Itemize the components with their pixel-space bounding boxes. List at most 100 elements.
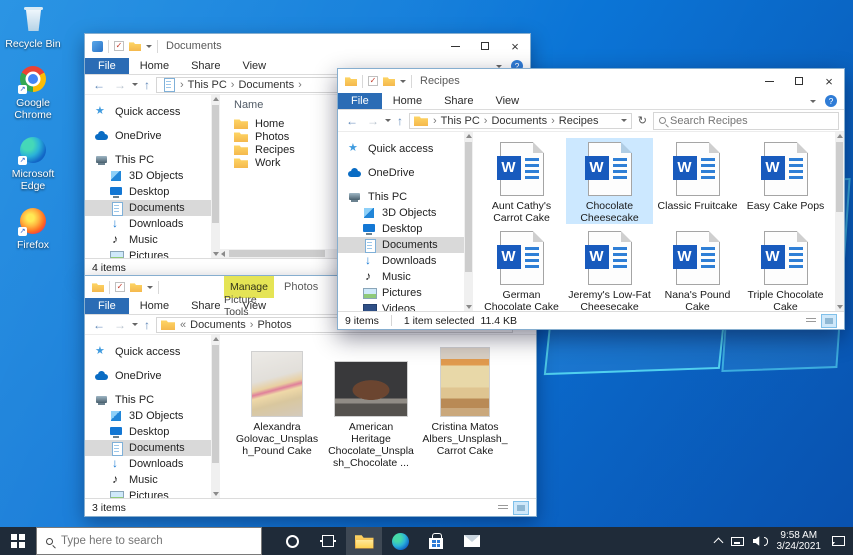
sidebar-item[interactable]: Desktop [338, 221, 464, 237]
sidebar-item[interactable]: This PC [85, 392, 211, 408]
new-folder-icon[interactable] [383, 76, 395, 86]
sidebar-item[interactable]: Documents [85, 200, 211, 216]
scroll-up-icon[interactable] [464, 132, 473, 141]
desktop-icon[interactable]: ↗ Google Chrome [2, 64, 64, 121]
mail-taskbar-button[interactable] [454, 527, 490, 555]
store-taskbar-button[interactable] [418, 527, 454, 555]
scroll-down-icon[interactable] [211, 249, 220, 258]
properties-icon[interactable]: ✓ [114, 41, 124, 51]
file-explorer-taskbar-button[interactable] [346, 527, 382, 555]
sidebar-item[interactable]: Downloads [85, 456, 211, 472]
cortana-button[interactable] [274, 527, 310, 555]
close-button[interactable]: × [814, 69, 844, 93]
sidebar-item[interactable]: Videos [338, 301, 464, 311]
sidebar-item[interactable]: Music [85, 472, 211, 488]
scroll-up-icon[interactable] [835, 132, 844, 141]
large-icons-view-button[interactable] [821, 314, 837, 328]
word-document-tile[interactable]: W Jeremy's Low-Fat Cheesecake [566, 227, 653, 311]
sidebar-item[interactable]: This PC [85, 152, 211, 168]
action-center-icon[interactable] [832, 536, 845, 546]
sidebar-item[interactable]: Quick access [338, 141, 464, 157]
clock[interactable]: 9:58 AM 3/24/2021 [777, 530, 822, 552]
taskbar-search-box[interactable] [36, 527, 262, 555]
tab-file[interactable]: File [338, 93, 382, 109]
back-button[interactable]: ← [90, 79, 108, 91]
forward-button[interactable]: → [111, 79, 129, 91]
breadcrumb-recipes[interactable]: Recipes [559, 115, 599, 127]
sidebar-item[interactable]: Downloads [338, 253, 464, 269]
close-button[interactable]: × [500, 34, 530, 58]
refresh-icon[interactable]: ↻ [635, 114, 650, 127]
address-bar[interactable]: › This PC › Documents › Recipes [409, 113, 632, 129]
large-icons-view-button[interactable] [513, 501, 529, 515]
details-view-button[interactable] [495, 501, 511, 515]
search-box[interactable] [653, 112, 839, 130]
breadcrumb-documents[interactable]: Documents [238, 79, 294, 91]
content-scrollbar[interactable] [835, 132, 844, 311]
tab-picture-tools[interactable]: Picture Tools [224, 298, 274, 314]
up-button[interactable]: ↑ [141, 79, 153, 91]
tab-home[interactable]: Home [382, 93, 433, 109]
sidebar-item[interactable]: This PC [338, 189, 464, 205]
breadcrumb-photos[interactable]: Photos [257, 319, 291, 331]
taskbar-search-input[interactable] [61, 535, 252, 547]
details-view-button[interactable] [803, 314, 819, 328]
desktop-icon[interactable]: ↗ Microsoft Edge [2, 135, 64, 192]
tab-file[interactable]: File [85, 298, 129, 314]
sidebar-scrollbar[interactable] [211, 335, 220, 498]
breadcrumb-this-pc[interactable]: This PC [188, 79, 227, 91]
new-folder-icon[interactable] [129, 41, 141, 51]
quick-access-toolbar-caret-icon[interactable] [146, 45, 152, 51]
sidebar-item[interactable]: Pictures [338, 285, 464, 301]
photo-tile[interactable]: American Heritage Chocolate_Unsplash_Cho… [328, 343, 414, 469]
photo-tile[interactable]: Cristina Matos Albers_Unsplash_Carrot Ca… [422, 343, 508, 457]
sidebar-item[interactable]: Quick access [85, 104, 211, 120]
minimize-button[interactable] [754, 69, 784, 93]
sidebar-item[interactable]: OneDrive [85, 368, 211, 384]
scroll-up-icon[interactable] [211, 95, 220, 104]
maximize-button[interactable] [784, 69, 814, 93]
word-document-tile[interactable]: W Triple Chocolate Cake [742, 227, 829, 311]
back-button[interactable]: ← [90, 319, 108, 331]
tab-view[interactable]: View [231, 58, 277, 74]
word-document-tile[interactable]: W Chocolate Cheesecake [566, 138, 653, 224]
word-document-tile[interactable]: W Classic Fruitcake [654, 138, 741, 224]
help-icon[interactable]: ? [825, 95, 837, 107]
path-overflow-chevrons[interactable]: « [179, 319, 187, 331]
sidebar-item[interactable]: OneDrive [85, 128, 211, 144]
sidebar-item[interactable]: Documents [85, 440, 211, 456]
tab-view[interactable]: View [484, 93, 530, 109]
speaker-icon[interactable] [753, 536, 762, 546]
new-folder-icon[interactable] [130, 282, 142, 292]
sidebar-item[interactable]: Music [338, 269, 464, 285]
tab-home[interactable]: Home [129, 58, 180, 74]
sidebar-item[interactable]: Pictures [85, 488, 211, 498]
sidebar-item[interactable]: Pictures [85, 248, 211, 258]
desktop-icon[interactable]: ↗ Firefox [2, 206, 64, 251]
address-dropdown-icon[interactable] [621, 119, 627, 125]
quick-access-toolbar-caret-icon[interactable] [400, 80, 406, 86]
breadcrumb-this-pc[interactable]: This PC [441, 115, 480, 127]
up-button[interactable]: ↑ [141, 319, 153, 331]
properties-icon[interactable]: ✓ [368, 76, 378, 86]
recipes-titlebar[interactable]: ✓ Recipes × [338, 69, 844, 93]
ribbon-expand-icon[interactable] [810, 100, 816, 106]
sidebar-item[interactable]: Quick access [85, 344, 211, 360]
word-document-tile[interactable]: W Easy Cake Pops [742, 138, 829, 224]
sidebar-item[interactable]: Desktop [85, 424, 211, 440]
back-button[interactable]: ← [343, 115, 361, 127]
start-button[interactable] [0, 527, 36, 555]
recent-locations-icon[interactable] [385, 119, 391, 125]
scroll-down-icon[interactable] [211, 489, 220, 498]
word-document-tile[interactable]: W Aunt Cathy's Carrot Cake [478, 138, 565, 224]
sidebar-scrollbar[interactable] [211, 95, 220, 258]
recent-locations-icon[interactable] [132, 323, 138, 329]
network-icon[interactable] [731, 537, 744, 546]
maximize-button[interactable] [470, 34, 500, 58]
search-input[interactable] [670, 115, 833, 127]
desktop-icon[interactable]: ↗ Recycle Bin [2, 5, 64, 50]
edge-taskbar-button[interactable] [382, 527, 418, 555]
breadcrumb-documents[interactable]: Documents [491, 115, 547, 127]
up-button[interactable]: ↑ [394, 115, 406, 127]
photo-tile[interactable]: Alexandra Golovac_Unsplash_Pound Cake [234, 343, 320, 457]
